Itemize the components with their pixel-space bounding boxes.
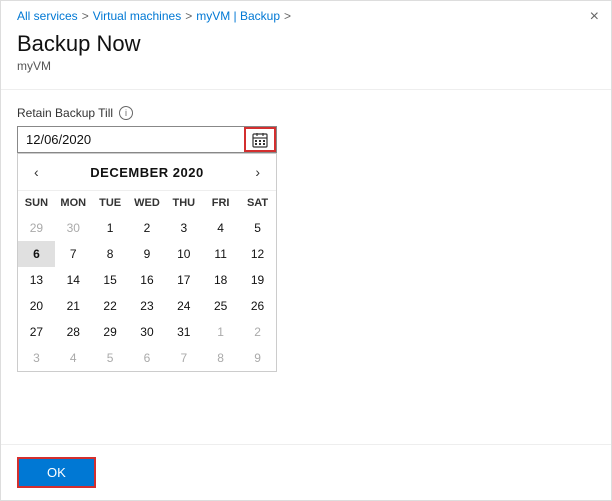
calendar-day[interactable]: 3 bbox=[18, 345, 55, 371]
panel-content: Retain Backup Till i bbox=[1, 106, 611, 372]
calendar-weekday: MON bbox=[55, 191, 92, 215]
info-icon[interactable]: i bbox=[119, 106, 133, 120]
retain-backup-label: Retain Backup Till bbox=[17, 106, 113, 120]
date-input-wrapper bbox=[17, 126, 277, 153]
calendar-day[interactable]: 20 bbox=[18, 293, 55, 319]
calendar-weekday: SUN bbox=[18, 191, 55, 215]
panel-title: Backup Now bbox=[1, 27, 611, 59]
calendar-day[interactable]: 13 bbox=[18, 267, 55, 293]
breadcrumb-sep-2: > bbox=[185, 9, 192, 23]
calendar-day[interactable]: 26 bbox=[239, 293, 276, 319]
field-label-row: Retain Backup Till i bbox=[17, 106, 595, 120]
date-input[interactable] bbox=[18, 127, 276, 152]
calendar-day[interactable]: 9 bbox=[239, 345, 276, 371]
calendar-icon bbox=[252, 132, 268, 148]
calendar-day[interactable]: 12 bbox=[239, 241, 276, 267]
divider bbox=[1, 89, 611, 90]
calendar-day[interactable]: 4 bbox=[202, 215, 239, 241]
calendar-day[interactable]: 25 bbox=[202, 293, 239, 319]
panel-footer: OK bbox=[1, 444, 611, 500]
calendar-week-row: 6789101112 bbox=[18, 241, 276, 267]
calendar-popup: ‹ DECEMBER 2020 › SUNMONTUEWEDTHUFRISAT … bbox=[17, 153, 277, 372]
calendar-day[interactable]: 8 bbox=[92, 241, 129, 267]
calendar-prev-button[interactable]: ‹ bbox=[28, 162, 45, 182]
calendar-day[interactable]: 4 bbox=[55, 345, 92, 371]
calendar-day[interactable]: 17 bbox=[165, 267, 202, 293]
calendar-day[interactable]: 30 bbox=[55, 215, 92, 241]
calendar-month-label: DECEMBER 2020 bbox=[90, 165, 203, 180]
calendar-day[interactable]: 27 bbox=[18, 319, 55, 345]
calendar-day[interactable]: 1 bbox=[92, 215, 129, 241]
calendar-grid: SUNMONTUEWEDTHUFRISAT 293012345678910111… bbox=[18, 191, 276, 371]
breadcrumb-sep-3: > bbox=[284, 9, 291, 23]
calendar-day[interactable]: 11 bbox=[202, 241, 239, 267]
breadcrumb-all-services[interactable]: All services bbox=[17, 9, 78, 23]
calendar-icon-button[interactable] bbox=[244, 127, 276, 152]
calendar-weekdays: SUNMONTUEWEDTHUFRISAT bbox=[18, 191, 276, 215]
calendar-day[interactable]: 14 bbox=[55, 267, 92, 293]
calendar-day[interactable]: 19 bbox=[239, 267, 276, 293]
calendar-header: ‹ DECEMBER 2020 › bbox=[18, 154, 276, 191]
calendar-day[interactable]: 9 bbox=[129, 241, 166, 267]
calendar-week-row: 272829303112 bbox=[18, 319, 276, 345]
calendar-day[interactable]: 24 bbox=[165, 293, 202, 319]
calendar-day[interactable]: 10 bbox=[165, 241, 202, 267]
calendar-day[interactable]: 7 bbox=[55, 241, 92, 267]
close-button[interactable]: × bbox=[590, 9, 599, 25]
calendar-day[interactable]: 15 bbox=[92, 267, 129, 293]
calendar-weekday-row: SUNMONTUEWEDTHUFRISAT bbox=[18, 191, 276, 215]
calendar-day[interactable]: 5 bbox=[239, 215, 276, 241]
calendar-day[interactable]: 18 bbox=[202, 267, 239, 293]
calendar-weekday: FRI bbox=[202, 191, 239, 215]
calendar-day[interactable]: 30 bbox=[129, 319, 166, 345]
calendar-day[interactable]: 28 bbox=[55, 319, 92, 345]
calendar-day[interactable]: 21 bbox=[55, 293, 92, 319]
calendar-day[interactable]: 2 bbox=[129, 215, 166, 241]
calendar-weekday: TUE bbox=[92, 191, 129, 215]
calendar-day[interactable]: 2 bbox=[239, 319, 276, 345]
calendar-week-row: 20212223242526 bbox=[18, 293, 276, 319]
calendar-day[interactable]: 5 bbox=[92, 345, 129, 371]
backup-now-panel: All services > Virtual machines > myVM |… bbox=[0, 0, 612, 501]
calendar-day[interactable]: 6 bbox=[18, 241, 55, 267]
calendar-weekday: WED bbox=[129, 191, 166, 215]
calendar-next-button[interactable]: › bbox=[249, 162, 266, 182]
calendar-day[interactable]: 7 bbox=[165, 345, 202, 371]
calendar-day[interactable]: 23 bbox=[129, 293, 166, 319]
breadcrumb-myvm-backup[interactable]: myVM | Backup bbox=[196, 9, 280, 23]
calendar-day[interactable]: 29 bbox=[92, 319, 129, 345]
calendar-day[interactable]: 6 bbox=[129, 345, 166, 371]
calendar-day[interactable]: 29 bbox=[18, 215, 55, 241]
calendar-day[interactable]: 16 bbox=[129, 267, 166, 293]
breadcrumb: All services > Virtual machines > myVM |… bbox=[1, 1, 611, 27]
panel-subtitle: myVM bbox=[1, 59, 611, 89]
calendar-week-row: 293012345 bbox=[18, 215, 276, 241]
calendar-day[interactable]: 22 bbox=[92, 293, 129, 319]
calendar-week-row: 13141516171819 bbox=[18, 267, 276, 293]
calendar-weekday: THU bbox=[165, 191, 202, 215]
calendar-day[interactable]: 3 bbox=[165, 215, 202, 241]
calendar-day[interactable]: 8 bbox=[202, 345, 239, 371]
calendar-body: 2930123456789101112131415161718192021222… bbox=[18, 215, 276, 371]
calendar-day[interactable]: 1 bbox=[202, 319, 239, 345]
calendar-weekday: SAT bbox=[239, 191, 276, 215]
breadcrumb-sep-1: > bbox=[82, 9, 89, 23]
ok-button[interactable]: OK bbox=[17, 457, 96, 488]
calendar-day[interactable]: 31 bbox=[165, 319, 202, 345]
calendar-week-row: 3456789 bbox=[18, 345, 276, 371]
breadcrumb-virtual-machines[interactable]: Virtual machines bbox=[93, 9, 182, 23]
